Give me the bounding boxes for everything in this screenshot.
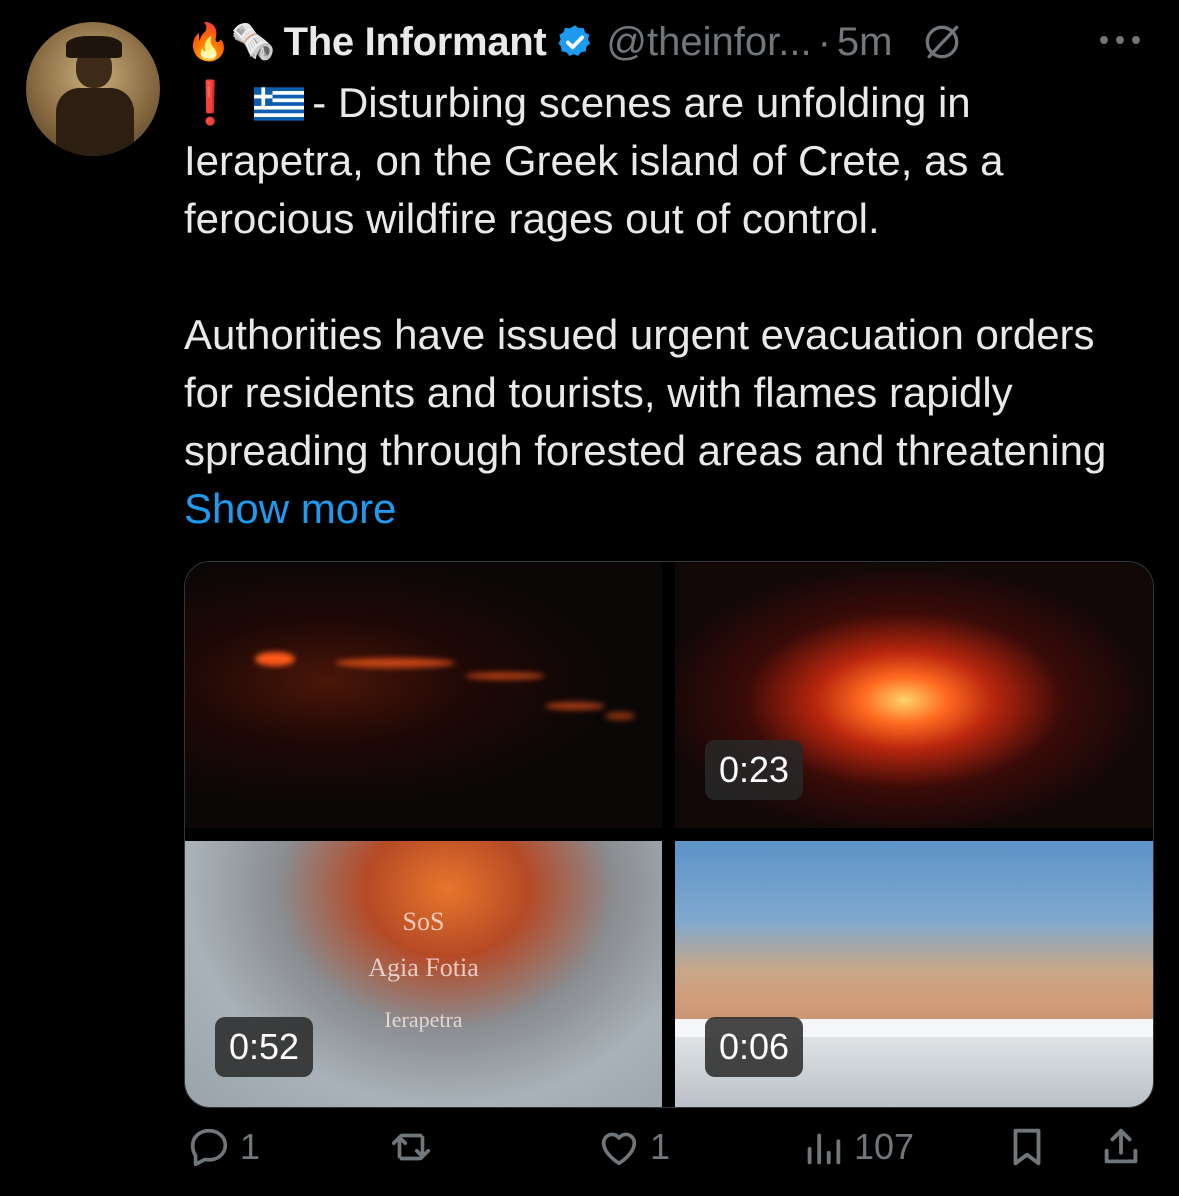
views-count: 107 — [854, 1126, 915, 1167]
tweet-actions: 1 1 107 — [0, 1124, 1179, 1184]
video-thumbnail-3[interactable]: SoS Agia Fotia Ierapetra 0:52 — [185, 841, 662, 1107]
tweet-paragraph-2: Authorities have issued urgent evacuatio… — [184, 306, 1144, 538]
tweet-text: ❗ - Disturbing scenes are unfolding in I… — [184, 74, 1144, 538]
like-icon — [601, 1132, 637, 1166]
avatar-figure-body — [56, 88, 134, 156]
verified-badge-icon — [558, 25, 591, 56]
reply-button[interactable]: 1 — [186, 1124, 260, 1170]
author-handle[interactable]: @theinfor... — [606, 20, 811, 65]
reply-count: 1 — [240, 1126, 261, 1167]
share-button[interactable] — [1098, 1124, 1144, 1170]
name-emojis: 🔥🗞️ — [186, 22, 276, 63]
views-button[interactable]: 107 — [800, 1124, 914, 1170]
tweet-paragraph-2-text: Authorities have issued urgent evacuatio… — [184, 311, 1107, 474]
grok-icon[interactable] — [920, 20, 964, 64]
show-more-link[interactable]: Show more — [184, 485, 396, 532]
bookmark-button[interactable] — [1004, 1124, 1050, 1170]
bookmark-icon — [1013, 1128, 1041, 1166]
like-button[interactable]: 1 — [596, 1124, 670, 1170]
avatar-figure-hat — [66, 36, 122, 58]
tweet-paragraph-1: ❗ - Disturbing scenes are unfolding in I… — [184, 74, 1144, 248]
greek-flag-icon — [254, 87, 305, 121]
repost-icon — [391, 1133, 431, 1161]
tweet-header: 🔥🗞️ The Informant @theinfor... · 5m — [186, 16, 964, 68]
like-count: 1 — [650, 1126, 671, 1167]
reply-icon — [190, 1128, 228, 1167]
overlay-text-2: Agia Fotia — [368, 953, 479, 982]
avatar[interactable] — [26, 22, 160, 156]
tweet-paragraph-1-text: - Disturbing scenes are unfolding in Ier… — [184, 79, 1004, 242]
video-thumbnail-1[interactable] — [185, 562, 662, 828]
more-icon[interactable] — [1092, 22, 1148, 58]
video-duration: 0:23 — [705, 740, 804, 800]
video-duration: 0:06 — [705, 1017, 804, 1077]
repost-button[interactable] — [388, 1124, 442, 1170]
share-icon — [1104, 1128, 1138, 1164]
video-thumbnail-4[interactable]: 0:06 — [675, 841, 1153, 1107]
video-thumbnail-2[interactable]: 0:23 — [675, 562, 1153, 828]
exclamation-icon: ❗ — [184, 78, 237, 127]
media-grid: 0:23 SoS Agia Fotia Ierapetra 0:52 0:06 — [184, 561, 1154, 1108]
tweet-timestamp[interactable]: 5m — [837, 20, 893, 65]
overlay-text-1: SoS — [402, 907, 445, 936]
separator-dot: · — [817, 19, 831, 64]
author-name[interactable]: The Informant — [284, 20, 547, 65]
views-icon — [807, 1133, 841, 1165]
video-duration: 0:52 — [215, 1017, 314, 1077]
